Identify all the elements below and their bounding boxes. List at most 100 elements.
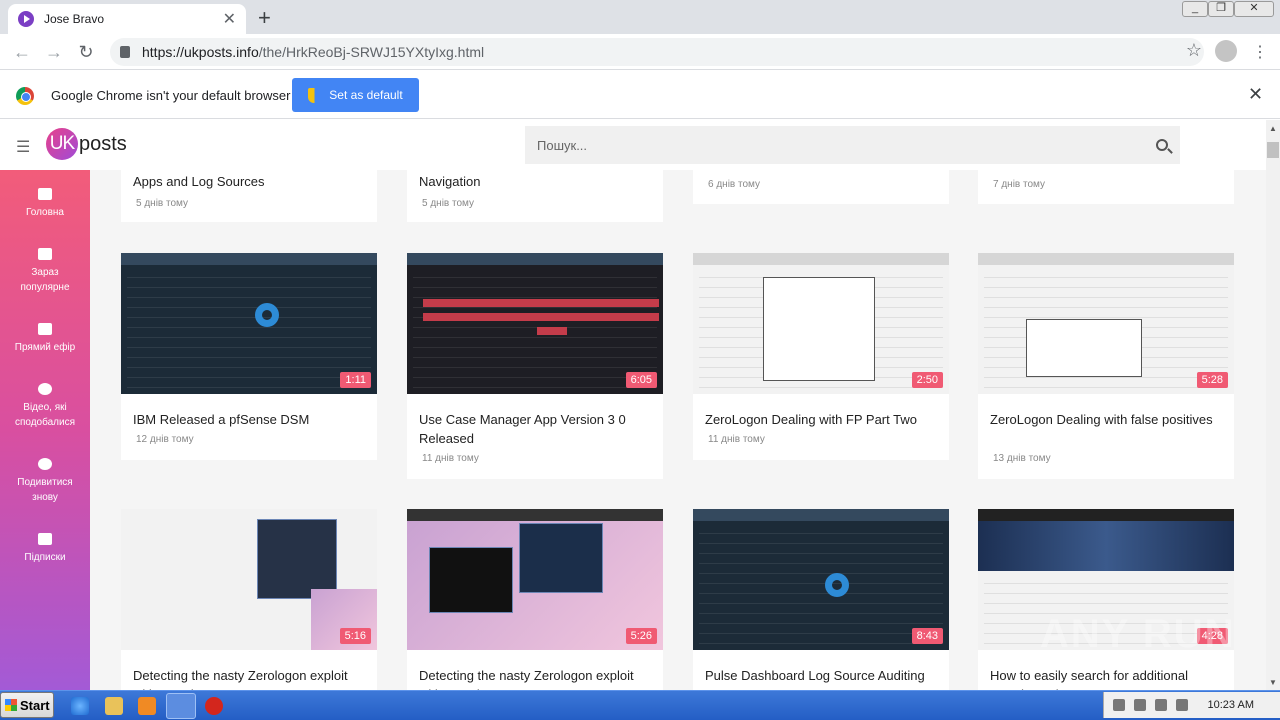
video-title[interactable]: How to easily search for additional QRad… (990, 666, 1226, 690)
profile-avatar-icon[interactable] (1215, 40, 1237, 62)
video-card[interactable]: 4:28 How to easily search for additional… (978, 509, 1234, 690)
hamburger-menu-icon[interactable]: ☰ (16, 137, 30, 157)
search-input[interactable]: Пошук... (525, 126, 1180, 164)
video-duration: 1:11 (340, 372, 371, 388)
video-duration: 5:16 (339, 628, 371, 644)
video-date: 6 днів тому (708, 179, 761, 190)
video-title[interactable]: Detecting the nasty Zerologon exploit wi… (133, 666, 369, 690)
infobar-close-icon[interactable]: ✕ (1248, 84, 1263, 105)
url-host: https://ukposts.info (142, 44, 259, 60)
infobar-message: Google Chrome isn't your default browser (51, 88, 291, 103)
video-date: 5 днів тому (422, 198, 475, 209)
watermark: ANY RUN (1040, 612, 1236, 656)
windows-logo-icon (5, 699, 17, 711)
new-tab-icon[interactable]: + (258, 5, 271, 31)
video-thumbnail[interactable]: 2:50 (693, 253, 949, 394)
clock[interactable]: 10:23 AM (1208, 699, 1254, 711)
video-card[interactable]: 5:16 Detecting the nasty Zerologon explo… (121, 509, 377, 690)
video-card[interactable]: 6:05 Use Case Manager App Version 3 0 Re… (407, 253, 663, 479)
video-duration: 5:26 (625, 628, 657, 644)
video-duration: 8:43 (911, 628, 943, 644)
sidebar-item-live[interactable]: Прямий ефір (0, 323, 90, 355)
back-icon[interactable]: ← (11, 42, 33, 63)
video-card[interactable]: 5:26 Detecting the nasty Zerologon explo… (407, 509, 663, 690)
network-icon[interactable] (1155, 699, 1167, 711)
video-date: 5 днів тому (136, 198, 189, 209)
video-card[interactable]: 2:50 ZeroLogon Dealing with FP Part Two … (693, 253, 949, 460)
video-card[interactable]: Navigation 5 днів тому (407, 170, 663, 222)
flag-icon[interactable] (1176, 699, 1188, 711)
chrome-taskbar-button[interactable] (166, 693, 196, 719)
home-icon (38, 188, 52, 200)
video-date: 7 днів тому (993, 179, 1046, 190)
reload-icon[interactable]: ↻ (75, 42, 97, 63)
window-close-icon[interactable]: ✕ (1234, 1, 1274, 17)
scroll-down-icon[interactable]: ▼ (1269, 678, 1277, 687)
video-card[interactable]: 5:28 ZeroLogon Dealing with false positi… (978, 253, 1234, 479)
video-title[interactable]: Detecting the nasty Zerologon exploit wi… (419, 666, 655, 690)
url-path: /the/HrkReoBj-SRWJ15YXtyIxg.html (258, 44, 485, 60)
video-title[interactable]: Use Case Manager App Version 3 0 Release… (419, 410, 655, 448)
video-thumbnail[interactable]: 5:26 (407, 509, 663, 650)
video-duration: 5:28 (1196, 372, 1228, 388)
video-thumbnail[interactable]: 8:43 (693, 509, 949, 650)
video-card[interactable]: 7 днів тому (978, 170, 1234, 204)
media-player-icon[interactable] (138, 697, 156, 715)
video-card[interactable]: 6 днів тому (693, 170, 949, 204)
start-button[interactable]: Start (0, 692, 54, 718)
default-browser-infobar: Google Chrome isn't your default browser… (0, 71, 1280, 119)
video-date: 11 днів тому (422, 453, 479, 464)
sidebar-item-liked[interactable]: Відео, які сподобалися (0, 383, 90, 430)
sidebar-item-label: Підписки (24, 552, 66, 563)
system-tray: 10:23 AM (1103, 692, 1280, 718)
sidebar-item-label: Прямий ефір (14, 342, 76, 353)
logo-posts: posts (79, 132, 127, 155)
video-card[interactable]: Apps and Log Sources 5 днів тому (121, 170, 377, 222)
video-title[interactable]: Pulse Dashboard Log Source Auditing (705, 666, 941, 685)
video-thumbnail[interactable]: 1:11 (121, 253, 377, 394)
video-duration: 6:05 (625, 372, 657, 388)
video-title[interactable]: IBM Released a pfSense DSM (133, 410, 369, 429)
address-bar[interactable]: https://ukposts.info /the/HrkReoBj-SRWJ1… (110, 38, 1204, 66)
folder-icon (38, 533, 52, 545)
set-as-default-button[interactable]: Set as default (292, 78, 419, 112)
video-title[interactable]: Navigation (419, 174, 480, 189)
menu-kebab-icon[interactable]: ⋮ (1252, 42, 1268, 62)
stop-app-icon[interactable] (205, 697, 223, 715)
sidebar-item-label: Головна (26, 207, 64, 218)
video-card[interactable]: 1:11 IBM Released a pfSense DSM 12 днів … (121, 253, 377, 460)
video-thumbnail[interactable]: 5:16 (121, 509, 377, 650)
history-icon (38, 458, 52, 470)
video-thumbnail[interactable]: 6:05 (407, 253, 663, 394)
minimize-icon[interactable]: _ (1182, 1, 1208, 17)
explorer-folder-icon[interactable] (105, 697, 123, 715)
tab-close-icon[interactable]: ✕ (223, 9, 236, 29)
sidebar-item-label: Зараз популярне (20, 267, 70, 293)
volume-icon[interactable] (1134, 699, 1146, 711)
site-logo[interactable]: UK posts (46, 128, 127, 160)
video-title[interactable]: ZeroLogon Dealing with false positives (990, 410, 1226, 429)
set-as-default-label: Set as default (329, 88, 403, 102)
video-thumbnail[interactable]: 5:28 (978, 253, 1234, 394)
sidebar-item-home[interactable]: Головна (0, 188, 90, 220)
forward-icon[interactable]: → (43, 42, 65, 63)
scrollbar-thumb[interactable] (1267, 142, 1279, 158)
tab-favicon-icon (18, 11, 34, 27)
tray-expand-icon[interactable] (1113, 699, 1125, 711)
restore-icon[interactable]: ❐ (1208, 1, 1234, 17)
scroll-up-icon[interactable]: ▲ (1269, 124, 1277, 133)
video-title[interactable]: Apps and Log Sources (133, 174, 265, 189)
browser-toolbar: ← → ↻ https://ukposts.info /the/HrkReoBj… (0, 34, 1280, 70)
sidebar-item-history[interactable]: Подивитися знову (0, 458, 90, 505)
sidebar-item-subscriptions[interactable]: Підписки (0, 533, 90, 565)
video-card[interactable]: 8:43 Pulse Dashboard Log Source Auditing (693, 509, 949, 690)
sidebar-item-trending[interactable]: Зараз популярне (0, 248, 90, 295)
browser-tab[interactable]: Jose Bravo ✕ (8, 4, 246, 34)
video-title[interactable]: ZeroLogon Dealing with FP Part Two (705, 410, 941, 429)
ie-icon[interactable] (71, 697, 89, 715)
video-date: 13 днів тому (993, 453, 1051, 464)
lock-icon (120, 46, 130, 58)
page-scrollbar[interactable]: ▲ ▼ (1266, 120, 1280, 690)
bookmark-star-icon[interactable]: ☆ (1186, 40, 1202, 61)
search-icon[interactable] (1156, 139, 1168, 151)
